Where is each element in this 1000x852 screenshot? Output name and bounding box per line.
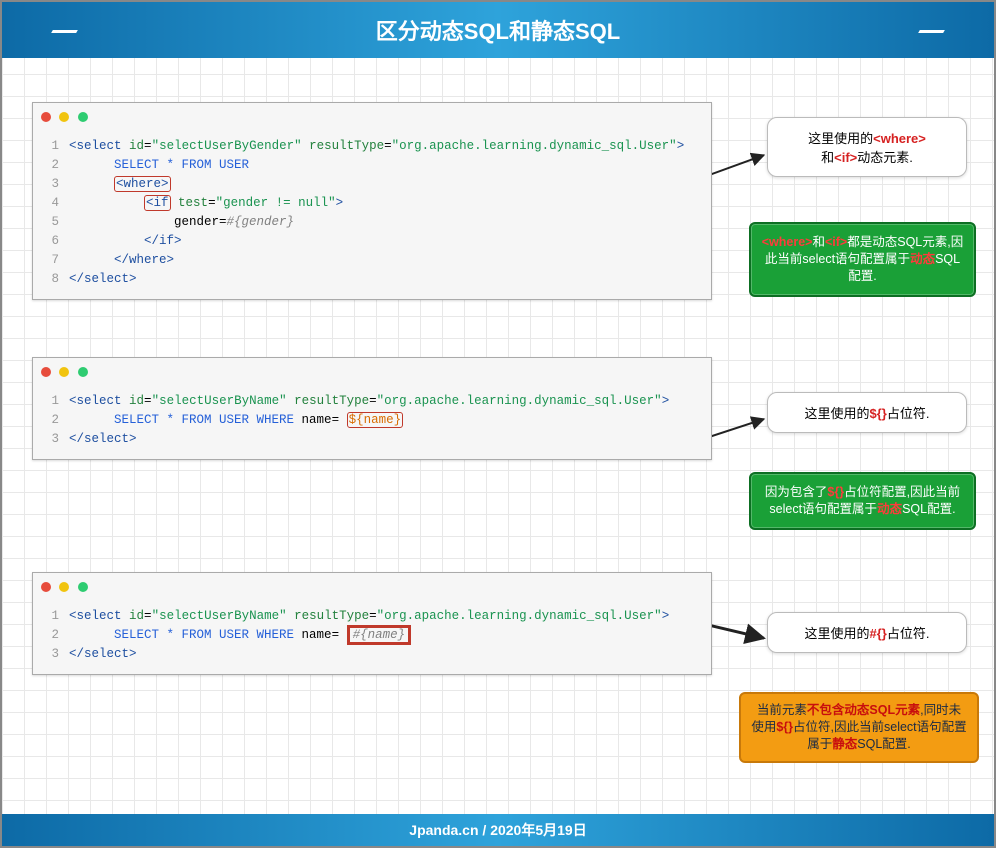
dot-red-icon: [41, 112, 51, 122]
footer-bar: Jpanda.cn / 2020年5月19日: [2, 814, 994, 846]
dot-red-icon: [41, 582, 51, 592]
code-lines: 1<select id="selectUserByGender" resultT…: [33, 133, 711, 299]
code-lines: 1<select id="selectUserByName" resultTyp…: [33, 388, 711, 459]
dot-green-icon: [78, 367, 88, 377]
annotation-2: 这里使用的${}占位符.: [767, 392, 967, 433]
conclusion-2: 因为包含了${}占位符配置,因此当前select语句配置属于动态SQL配置.: [749, 472, 976, 530]
page-title-bar: 区分动态SQL和静态SQL: [2, 2, 994, 58]
footer-text: Jpanda.cn / 2020年5月19日: [409, 822, 586, 838]
code-block-1: 1<select id="selectUserByGender" resultT…: [32, 102, 712, 300]
content-area: 1<select id="selectUserByGender" resultT…: [12, 62, 984, 806]
dot-yellow-icon: [59, 582, 69, 592]
annotation-3: 这里使用的#{}占位符.: [767, 612, 967, 653]
window-bar: [33, 103, 711, 133]
code-block-2: 1<select id="selectUserByName" resultTyp…: [32, 357, 712, 460]
code-block-3: 1<select id="selectUserByName" resultTyp…: [32, 572, 712, 675]
window-bar: [33, 358, 711, 388]
dot-green-icon: [78, 112, 88, 122]
dot-yellow-icon: [59, 367, 69, 377]
conclusion-1: <where>和<if>都是动态SQL元素,因此当前select语句配置属于动态…: [749, 222, 976, 297]
code-lines: 1<select id="selectUserByName" resultTyp…: [33, 603, 711, 674]
dot-yellow-icon: [59, 112, 69, 122]
page-title: 区分动态SQL和静态SQL: [376, 19, 620, 44]
dot-red-icon: [41, 367, 51, 377]
annotation-1: 这里使用的<where> 和<if>动态元素.: [767, 117, 967, 177]
dot-green-icon: [78, 582, 88, 592]
window-bar: [33, 573, 711, 603]
diagram-frame: 区分动态SQL和静态SQL 1<select id="selectUserByG…: [0, 0, 996, 848]
conclusion-3-static: 当前元素不包含动态SQL元素,同时未使用${}占位符,因此当前select语句配…: [739, 692, 979, 763]
